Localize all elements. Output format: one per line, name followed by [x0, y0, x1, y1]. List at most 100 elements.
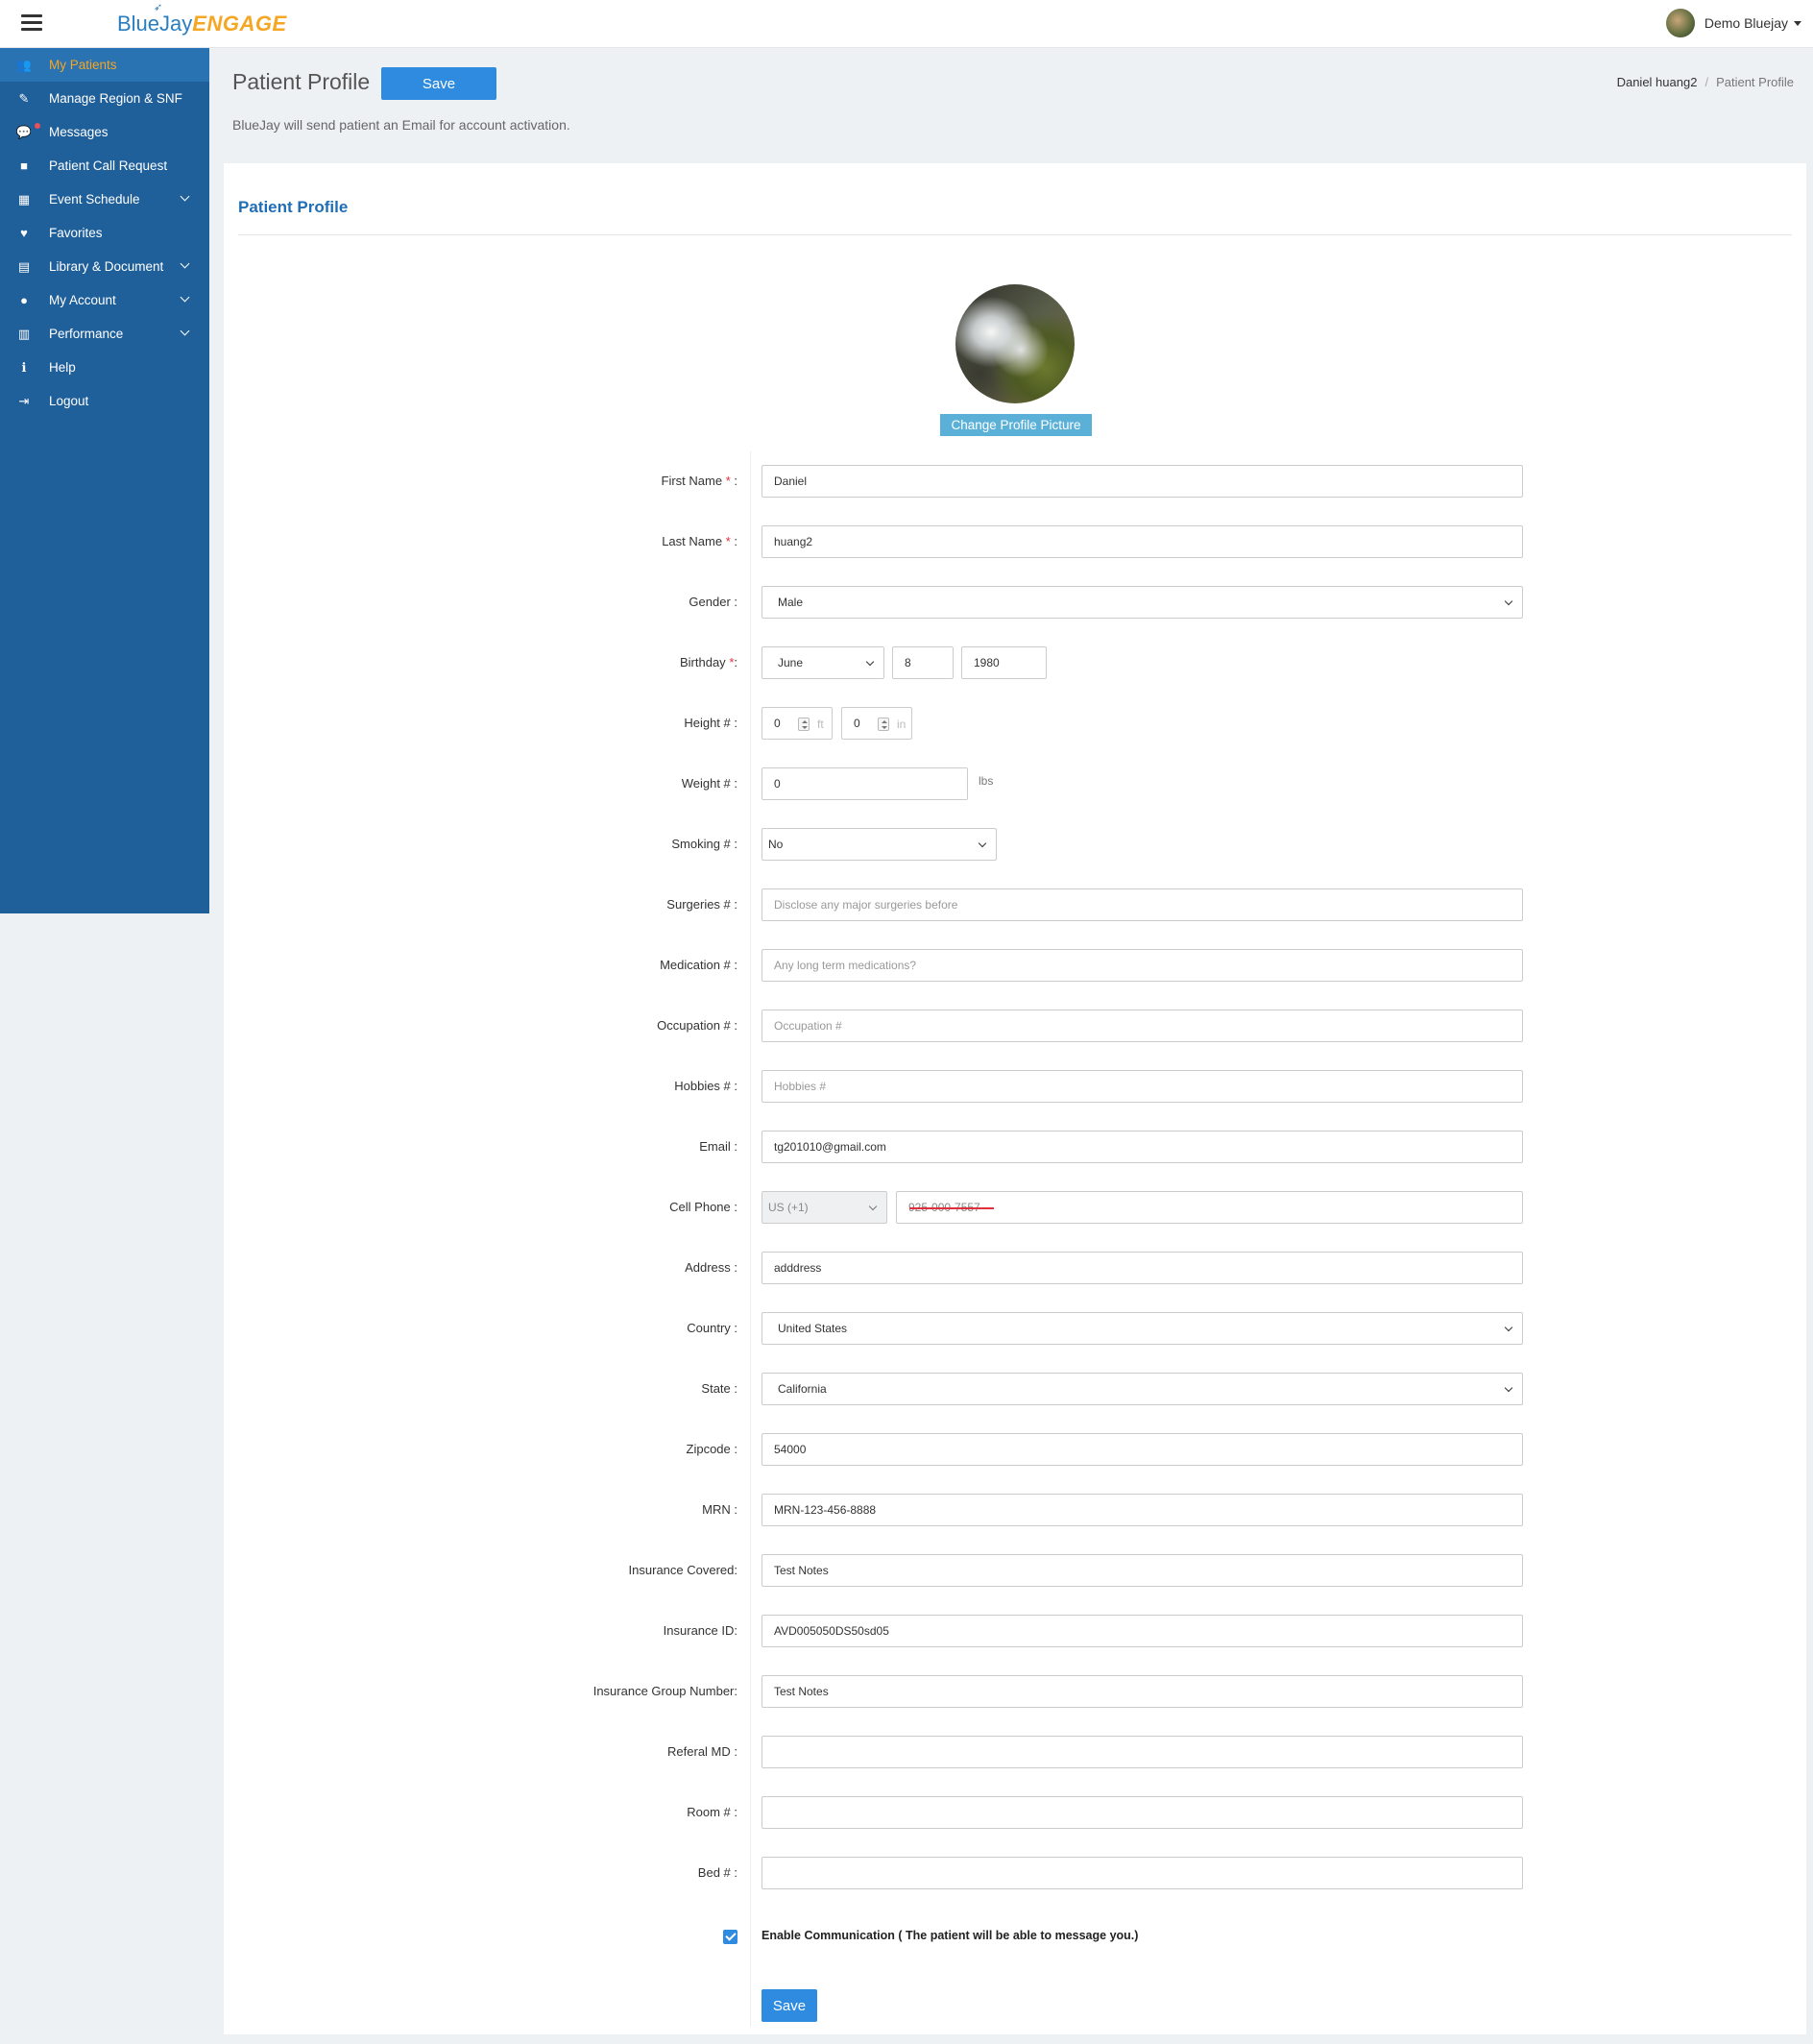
birthday-year-input[interactable]: 1980 — [961, 646, 1047, 679]
info-icon: ℹ — [21, 359, 27, 375]
country-code-select[interactable]: US (+1) — [761, 1191, 887, 1224]
country-row: Country : United States — [224, 1312, 1806, 1345]
occupation-label: Occupation # : — [657, 1018, 737, 1033]
email-label: Email : — [699, 1139, 737, 1154]
chevron-down-icon — [868, 1202, 878, 1211]
birthday-month-select[interactable]: June — [761, 646, 884, 679]
sidebar-item-label: Favorites — [49, 226, 103, 240]
occupation-input[interactable]: Occupation # — [761, 1010, 1523, 1042]
sidebar-item-label: My Patients — [49, 58, 117, 72]
enable-communication-label: Enable Communication ( The patient will … — [761, 1929, 1139, 1942]
country-label: Country : — [687, 1321, 737, 1335]
spinner-icon[interactable] — [798, 718, 810, 731]
hamburger-menu-icon[interactable] — [21, 14, 42, 32]
insurance-id-input[interactable]: AVD005050DS50sd05 — [761, 1615, 1523, 1647]
chevron-down-icon — [1504, 1383, 1513, 1393]
sidebar-item-my-account[interactable]: ● My Account — [0, 283, 209, 317]
sidebar-item-label: Event Schedule — [49, 192, 140, 207]
last-name-input[interactable]: huang2 — [761, 525, 1523, 558]
gender-label: Gender : — [689, 595, 737, 609]
bed-input[interactable] — [761, 1857, 1523, 1889]
smoking-select[interactable]: No — [761, 828, 997, 861]
sidebar-item-label: Logout — [49, 394, 89, 408]
sidebar-item-label: My Account — [49, 293, 116, 307]
medication-row: Medication # : Any long term medications… — [224, 949, 1806, 982]
zipcode-input[interactable]: 54000 — [761, 1433, 1523, 1466]
chevron-down-icon — [1504, 1323, 1513, 1332]
birthday-day-input[interactable]: 8 — [892, 646, 954, 679]
enable-communication-row: Enable Communication ( The patient will … — [224, 1927, 1806, 1948]
insurance-covered-label: Insurance Covered: — [628, 1563, 737, 1577]
room-label: Room # : — [687, 1805, 737, 1819]
user-menu[interactable]: Demo Bluejay — [1665, 9, 1801, 37]
patient-profile-card: Patient Profile Change Profile Picture F… — [224, 163, 1806, 2034]
sidebar-item-messages[interactable]: 💬 Messages — [0, 115, 209, 149]
insurance-covered-row: Insurance Covered: Test Notes — [224, 1554, 1806, 1587]
email-row: Email : tg201010@gmail.com — [224, 1131, 1806, 1163]
sidebar-item-label: Messages — [49, 125, 109, 139]
hobbies-label: Hobbies # : — [674, 1079, 737, 1093]
sidebar-item-manage-region-snf[interactable]: ✎ Manage Region & SNF — [0, 82, 209, 115]
surgeries-input[interactable]: Disclose any major surgeries before — [761, 888, 1523, 921]
hobbies-row: Hobbies # : Hobbies # — [224, 1070, 1806, 1103]
bird-icon: ➶ — [154, 2, 163, 13]
sidebar-item-favorites[interactable]: ♥ Favorites — [0, 216, 209, 250]
sidebar: 👥 My Patients ✎ Manage Region & SNF 💬 Message… — [0, 48, 209, 913]
card-title: Patient Profile — [238, 198, 349, 216]
change-profile-picture-button[interactable]: Change Profile Picture — [940, 414, 1092, 436]
sidebar-item-label: Library & Document — [49, 259, 164, 274]
referal-md-input[interactable] — [761, 1736, 1523, 1768]
divider — [750, 451, 751, 2027]
address-input[interactable]: adddress — [761, 1252, 1523, 1284]
sidebar-item-patient-call-request[interactable]: ■ Patient Call Request — [0, 149, 209, 182]
medication-input[interactable]: Any long term medications? — [761, 949, 1523, 982]
first-name-row: First Name * : Daniel — [224, 465, 1806, 498]
sidebar-item-label: Help — [49, 360, 76, 375]
sidebar-item-label: Manage Region & SNF — [49, 91, 182, 106]
height-ft-unit: ft — [817, 718, 824, 731]
sidebar-item-logout[interactable]: ⇥ Logout — [0, 384, 209, 418]
mrn-input[interactable]: MRN-123-456-8888 — [761, 1494, 1523, 1526]
smoking-row: Smoking # : No — [224, 828, 1806, 861]
cell-phone-input[interactable]: 925-000-7557 — [896, 1191, 1523, 1224]
weight-unit: lbs — [979, 774, 994, 788]
sidebar-item-my-patients[interactable]: 👥 My Patients — [0, 48, 209, 82]
insurance-covered-input[interactable]: Test Notes — [761, 1554, 1523, 1587]
smoking-label: Smoking # : — [671, 837, 737, 851]
logo[interactable]: ➶ BlueJayENGAGE — [117, 3, 287, 38]
calendar-icon: ▦ — [17, 191, 31, 207]
sidebar-item-event-schedule[interactable]: ▦ Event Schedule — [0, 182, 209, 216]
surgeries-label: Surgeries # : — [666, 897, 737, 912]
save-button-top[interactable]: Save — [381, 67, 496, 100]
insurance-group-label: Insurance Group Number: — [592, 1684, 737, 1698]
users-icon: 👥 — [15, 57, 33, 72]
room-input[interactable] — [761, 1796, 1523, 1829]
height-in-input[interactable]: 0 in — [841, 707, 912, 740]
user-circle-icon: ● — [20, 293, 28, 307]
sidebar-item-performance[interactable]: ▥ Performance — [0, 317, 209, 351]
enable-communication-checkbox[interactable] — [723, 1930, 737, 1944]
hobbies-input[interactable]: Hobbies # — [761, 1070, 1523, 1103]
first-name-input[interactable]: Daniel — [761, 465, 1523, 498]
breadcrumb-patient-link[interactable]: Daniel huang2 — [1617, 75, 1698, 89]
chevron-down-icon — [1504, 596, 1513, 606]
medication-label: Medication # : — [660, 958, 737, 972]
country-select[interactable]: United States — [761, 1312, 1523, 1345]
surgeries-row: Surgeries # : Disclose any major surgeri… — [224, 888, 1806, 921]
state-select[interactable]: California — [761, 1373, 1523, 1405]
video-icon: ■ — [20, 158, 28, 173]
spinner-icon[interactable] — [878, 718, 889, 731]
email-input[interactable]: tg201010@gmail.com — [761, 1131, 1523, 1163]
height-ft-input[interactable]: 0 ft — [761, 707, 833, 740]
sidebar-item-help[interactable]: ℹ Help — [0, 351, 209, 384]
divider — [238, 234, 1792, 235]
chart-icon: ▥ — [17, 326, 31, 341]
weight-input[interactable]: 0 — [761, 767, 968, 800]
insurance-group-input[interactable]: Test Notes — [761, 1675, 1523, 1708]
address-label: Address : — [685, 1260, 737, 1275]
avatar — [1665, 9, 1695, 37]
save-button-bottom[interactable]: Save — [761, 1989, 817, 2022]
sidebar-item-library-document[interactable]: ▤ Library & Document — [0, 250, 209, 283]
gender-select[interactable]: Male — [761, 586, 1523, 619]
bed-row: Bed # : — [224, 1857, 1806, 1889]
